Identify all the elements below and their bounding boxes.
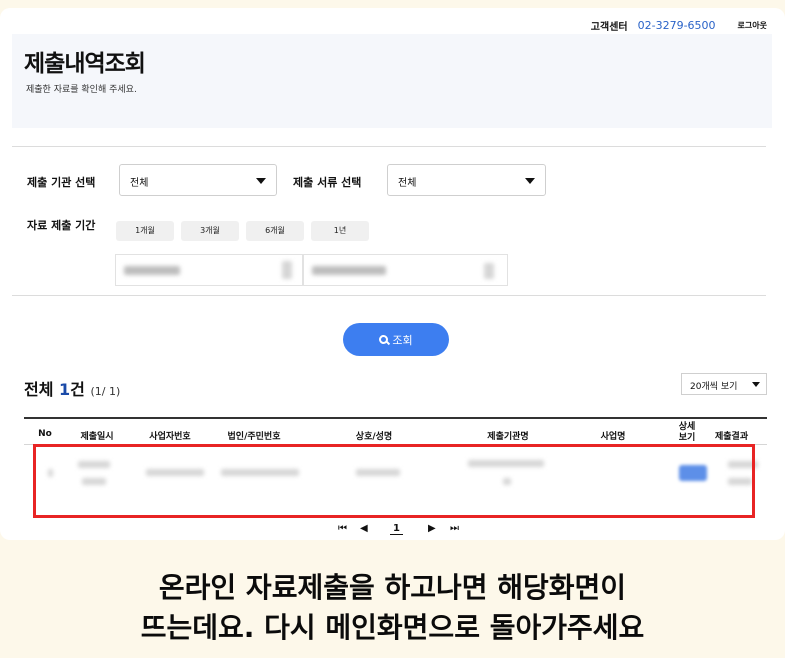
total-count: 1 — [59, 380, 71, 399]
results-total: 전체 1건 (1/ 1) — [24, 376, 120, 400]
doc-select[interactable]: 전체 — [387, 164, 546, 196]
col-name: 상호/성명 — [355, 432, 393, 442]
pagination: ⏮ ◀ 1 ▶ ⏭ — [0, 523, 785, 540]
agency-label: 제출 기관 선택 — [27, 176, 96, 189]
agency-select[interactable]: 전체 — [119, 164, 277, 196]
col-business-no: 사업자번호 — [149, 432, 191, 442]
chevron-down-icon — [256, 178, 266, 184]
start-date-input[interactable] — [115, 254, 303, 286]
period-6-month-button[interactable]: 6개월 — [246, 221, 304, 241]
prev-page-button[interactable]: ◀ — [360, 523, 368, 534]
caption-line-1: 온라인 자료제출을 하고나면 해당화면이 — [158, 571, 627, 604]
col-detail: 상세보기 — [678, 422, 696, 443]
col-no: No — [38, 429, 52, 439]
period-label: 자료 제출 기간 — [27, 219, 96, 232]
redacted-text — [124, 266, 180, 275]
header-panel: 제출내역조회 제출한 자료를 확인해 주세요. — [12, 34, 772, 128]
logout-link[interactable]: 로그아웃 — [738, 20, 767, 31]
last-page-button[interactable]: ⏭ — [450, 523, 459, 534]
customer-center-link[interactable]: 고객센터 — [591, 18, 628, 33]
top-bar: 고객센터 02-3279-6500 로그아웃 — [591, 18, 767, 33]
next-page-button[interactable]: ▶ — [428, 523, 436, 534]
doc-select-value: 전체 — [398, 178, 417, 189]
current-page[interactable]: 1 — [390, 523, 403, 535]
main-card: 고객센터 02-3279-6500 로그아웃 제출내역조회 제출한 자료를 확인… — [0, 8, 785, 540]
period-3-month-button[interactable]: 3개월 — [181, 221, 239, 241]
col-submit-date: 제출일시 — [80, 432, 114, 442]
col-result: 제출결과 — [715, 432, 749, 442]
divider — [12, 295, 766, 296]
highlight-box — [33, 444, 755, 518]
period-1-month-button[interactable]: 1개월 — [116, 221, 174, 241]
per-page-value: 20개씩 보기 — [690, 382, 738, 392]
total-prefix: 전체 — [24, 380, 54, 399]
search-button-label: 조회 — [392, 333, 413, 347]
phone-number: 02-3279-6500 — [637, 19, 716, 32]
calendar-icon — [484, 263, 494, 279]
page-subtitle: 제출한 자료를 확인해 주세요. — [26, 85, 137, 95]
end-date-input[interactable] — [303, 254, 508, 286]
page-title: 제출내역조회 — [24, 51, 146, 77]
table-header: No 제출일시 사업자번호 법인/주민번호 상호/성명 제출기관명 사업명 상세… — [24, 417, 767, 445]
search-icon — [379, 335, 389, 344]
col-corp-id: 법인/주민번호 — [227, 432, 281, 442]
per-page-select[interactable]: 20개씩 보기 — [681, 373, 767, 395]
period-1-year-button[interactable]: 1년 — [311, 221, 369, 241]
calendar-icon — [282, 261, 292, 279]
page-info: (1/ 1) — [90, 385, 121, 398]
divider — [12, 146, 766, 147]
first-page-button[interactable]: ⏮ — [338, 523, 347, 534]
col-agency: 제출기관명 — [487, 432, 529, 442]
total-unit: 건 — [70, 380, 85, 399]
doc-label: 제출 서류 선택 — [293, 176, 362, 189]
chevron-down-icon — [752, 382, 760, 387]
redacted-text — [312, 266, 386, 275]
col-project: 사업명 — [600, 432, 626, 442]
search-button[interactable]: 조회 — [343, 323, 449, 356]
chevron-down-icon — [525, 178, 535, 184]
agency-select-value: 전체 — [130, 178, 149, 189]
caption-line-2: 뜨는데요. 다시 메인화면으로 돌아가주세요 — [140, 611, 645, 644]
